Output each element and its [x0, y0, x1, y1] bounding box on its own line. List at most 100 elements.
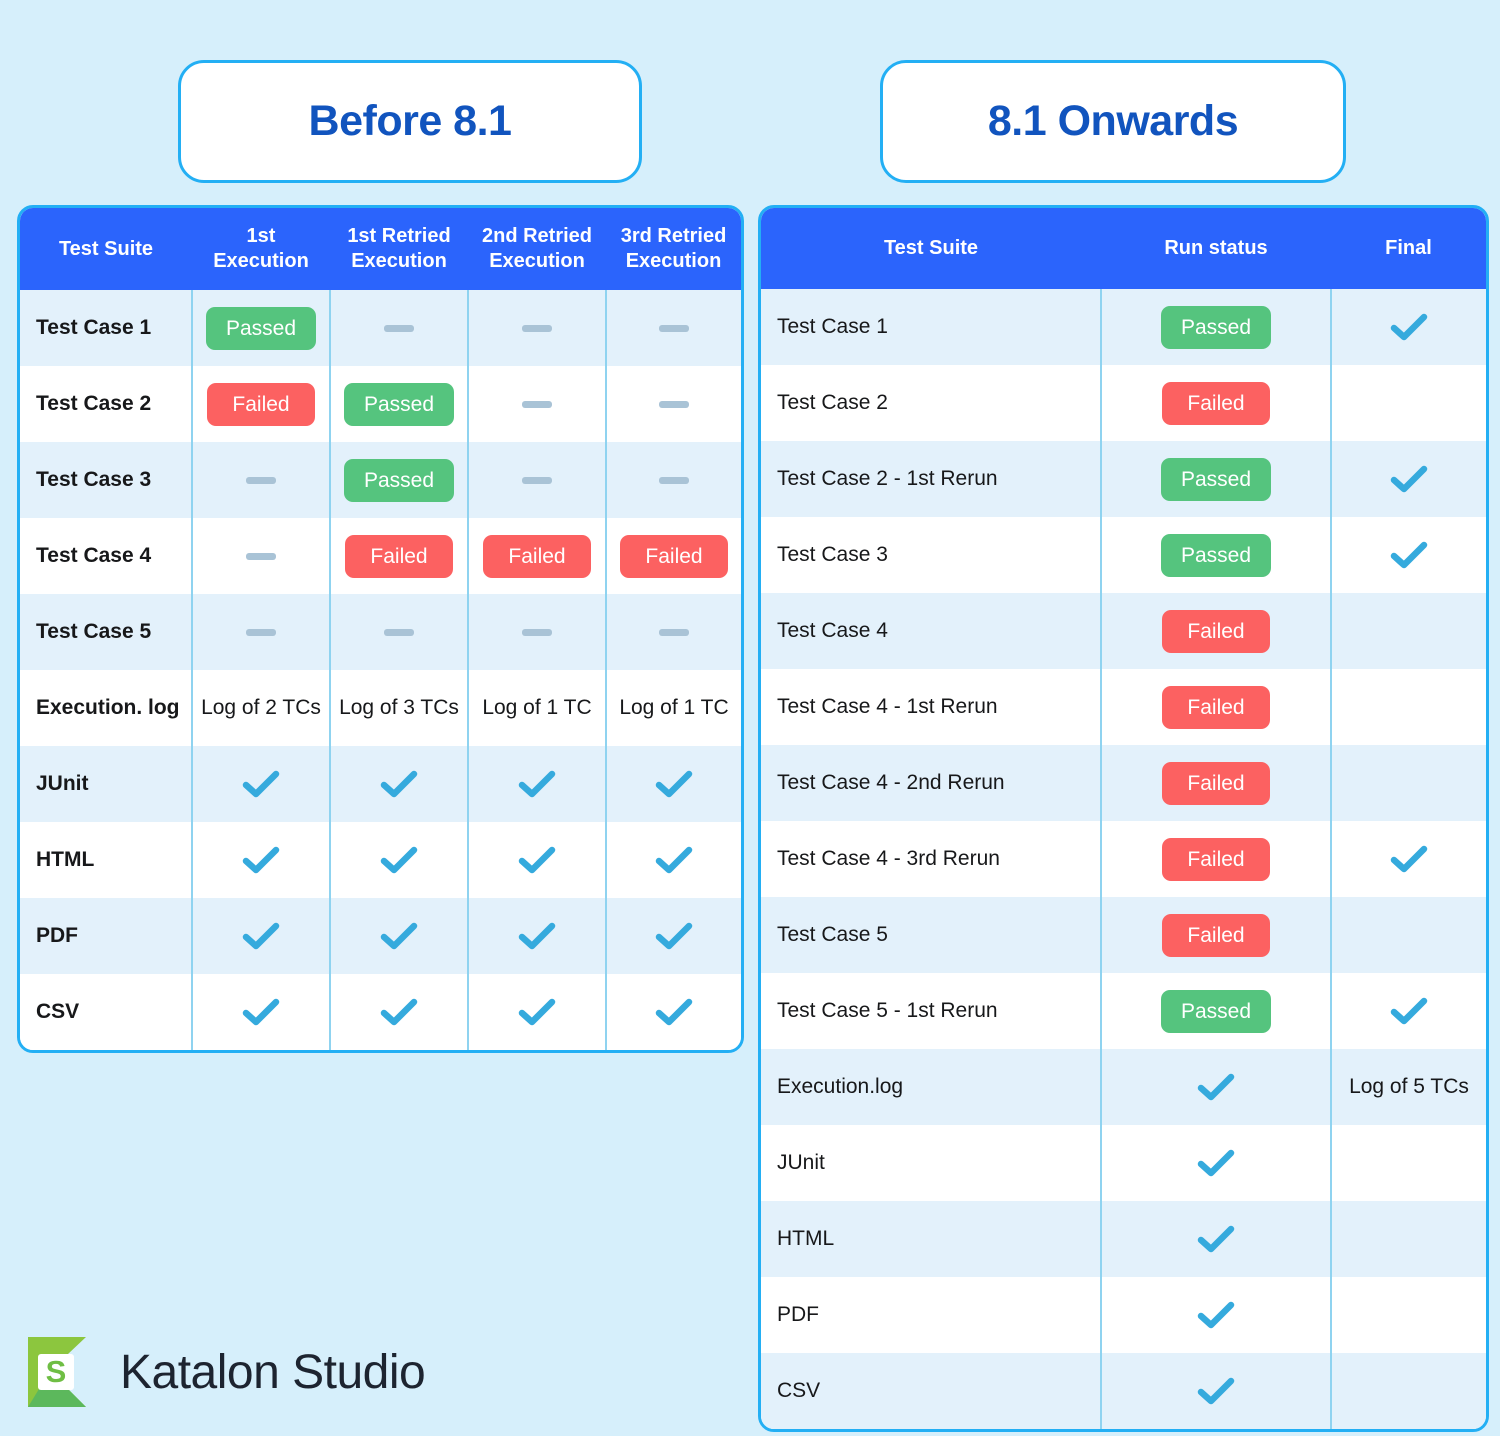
row-label: Test Case 4: [20, 518, 193, 594]
row-label: Test Case 4 - 2nd Rerun: [761, 745, 1102, 821]
check-icon: [1389, 843, 1429, 875]
check-icon: [379, 768, 419, 800]
table-row: Test Case 1 Passed: [761, 289, 1486, 365]
column-header-1: 1st Execution: [192, 208, 330, 290]
table-onwards: Test Suite Run status Final Test Case 1 Pas…: [761, 208, 1486, 1429]
column-header-1: Run status: [1101, 208, 1331, 289]
table-before-header-row: Test Suite 1st Execution 1st Retried Executi…: [20, 208, 741, 290]
row-label: Test Case 2 - 1st Rerun: [761, 441, 1102, 517]
cell-not-run: [329, 594, 469, 670]
row-label: JUnit: [761, 1125, 1102, 1201]
check-icon: [241, 996, 281, 1028]
cell-check: [329, 898, 469, 974]
cell-status: Passed: [1100, 517, 1332, 593]
cell-empty: [1330, 1277, 1486, 1353]
dash-icon: [246, 476, 276, 484]
cell-status: Passed: [1100, 289, 1332, 365]
cell-text: Log of 5 TCs: [1349, 1075, 1469, 1098]
check-icon: [1196, 1071, 1236, 1103]
dash-icon: [522, 400, 552, 408]
row-label: PDF: [20, 898, 193, 974]
cell-status: Passed: [1100, 441, 1332, 517]
dash-icon: [522, 324, 552, 332]
table-row: PDF: [20, 898, 741, 974]
cell-not-run: [329, 290, 469, 366]
row-label: Execution. log: [20, 670, 193, 746]
check-icon: [654, 920, 694, 952]
comparison-table-before: Test Suite 1st Execution 1st Retried Executi…: [17, 205, 744, 1053]
table-row: JUnit: [761, 1125, 1486, 1201]
cell-status: Failed: [1100, 365, 1332, 441]
cell-not-run: [191, 518, 331, 594]
table-row: Test Case 5 Failed: [761, 897, 1486, 973]
dash-icon: [384, 324, 414, 332]
cell-log: Log of 1 TC: [605, 670, 741, 746]
check-icon: [1196, 1299, 1236, 1331]
title-before-label: Before 8.1: [308, 97, 512, 145]
cell-check: [605, 822, 741, 898]
table-row: Test Case 2 Failed Passed: [20, 366, 741, 442]
status-badge-failed: Failed: [1162, 381, 1270, 425]
cell-check: [605, 974, 741, 1050]
cell-empty: [1330, 745, 1486, 821]
check-icon: [379, 844, 419, 876]
row-label: Test Case 4 - 1st Rerun: [761, 669, 1102, 745]
cell-not-run: [467, 442, 607, 518]
column-header-4: 3rd Retried Execution: [606, 208, 741, 290]
cell-log: Log of 1 TC: [467, 670, 607, 746]
status-badge-passed: Passed: [205, 306, 317, 350]
table-row: Execution. log Log of 2 TCs Log of 3 TCs Lo…: [20, 670, 741, 746]
dash-icon: [246, 628, 276, 636]
cell-status: Failed: [1100, 593, 1332, 669]
table-row: Test Case 4 Failed: [761, 593, 1486, 669]
cell-check: [1330, 441, 1486, 517]
status-badge-failed: Failed: [1162, 761, 1270, 805]
row-label: Test Case 2: [761, 365, 1102, 441]
table-row: Test Case 4 - 1st Rerun Failed: [761, 669, 1486, 745]
cell-check: [605, 746, 741, 822]
cell-check: [191, 974, 331, 1050]
cell-check: [1330, 973, 1486, 1049]
status-badge-passed: Passed: [1160, 457, 1272, 501]
cell-check: [467, 746, 607, 822]
cell-status: Failed: [605, 518, 741, 594]
row-label: Test Case 4 - 3rd Rerun: [761, 821, 1102, 897]
infographic-canvas: Before 8.1 8.1 Onwards Test Suite 1st Exec…: [0, 0, 1500, 1436]
title-card-before: Before 8.1: [178, 60, 642, 183]
cell-status: Failed: [467, 518, 607, 594]
table-before: Test Suite 1st Execution 1st Retried Executi…: [20, 208, 741, 1050]
status-badge-failed: Failed: [620, 534, 728, 578]
check-icon: [1196, 1147, 1236, 1179]
comparison-table-onwards: Test Suite Run status Final Test Case 1 Pas…: [758, 205, 1489, 1432]
cell-status: Passed: [1100, 973, 1332, 1049]
column-header-2: Final: [1331, 208, 1486, 289]
row-label: CSV: [20, 974, 193, 1050]
status-badge-failed: Failed: [345, 534, 453, 578]
column-header-2: 1st Retried Execution: [330, 208, 468, 290]
row-label: Test Case 2: [20, 366, 193, 442]
cell-not-run: [605, 366, 741, 442]
dash-icon: [659, 400, 689, 408]
check-icon: [654, 996, 694, 1028]
cell-check: [1100, 1353, 1332, 1429]
cell-not-run: [605, 594, 741, 670]
column-header-3: 2nd Retried Execution: [468, 208, 606, 290]
table-row: PDF: [761, 1277, 1486, 1353]
status-badge-passed: Passed: [1160, 305, 1272, 349]
status-badge-passed: Passed: [343, 458, 455, 502]
cell-log: Log of 2 TCs: [191, 670, 331, 746]
dash-icon: [659, 628, 689, 636]
cell-log: Log of 3 TCs: [329, 670, 469, 746]
table-row: Test Case 2 Failed: [761, 365, 1486, 441]
cell-check: [191, 746, 331, 822]
cell-text: Log of 1 TC: [619, 696, 729, 719]
cell-status: Failed: [1100, 821, 1332, 897]
status-badge-failed: Failed: [1162, 609, 1270, 653]
column-header-0: Test Suite: [761, 208, 1101, 289]
katalon-studio-logo: S Katalon Studio: [28, 1334, 426, 1410]
cell-not-run: [467, 366, 607, 442]
cell-empty: [1330, 1353, 1486, 1429]
dash-icon: [384, 628, 414, 636]
cell-empty: [1330, 365, 1486, 441]
status-badge-passed: Passed: [343, 382, 455, 426]
